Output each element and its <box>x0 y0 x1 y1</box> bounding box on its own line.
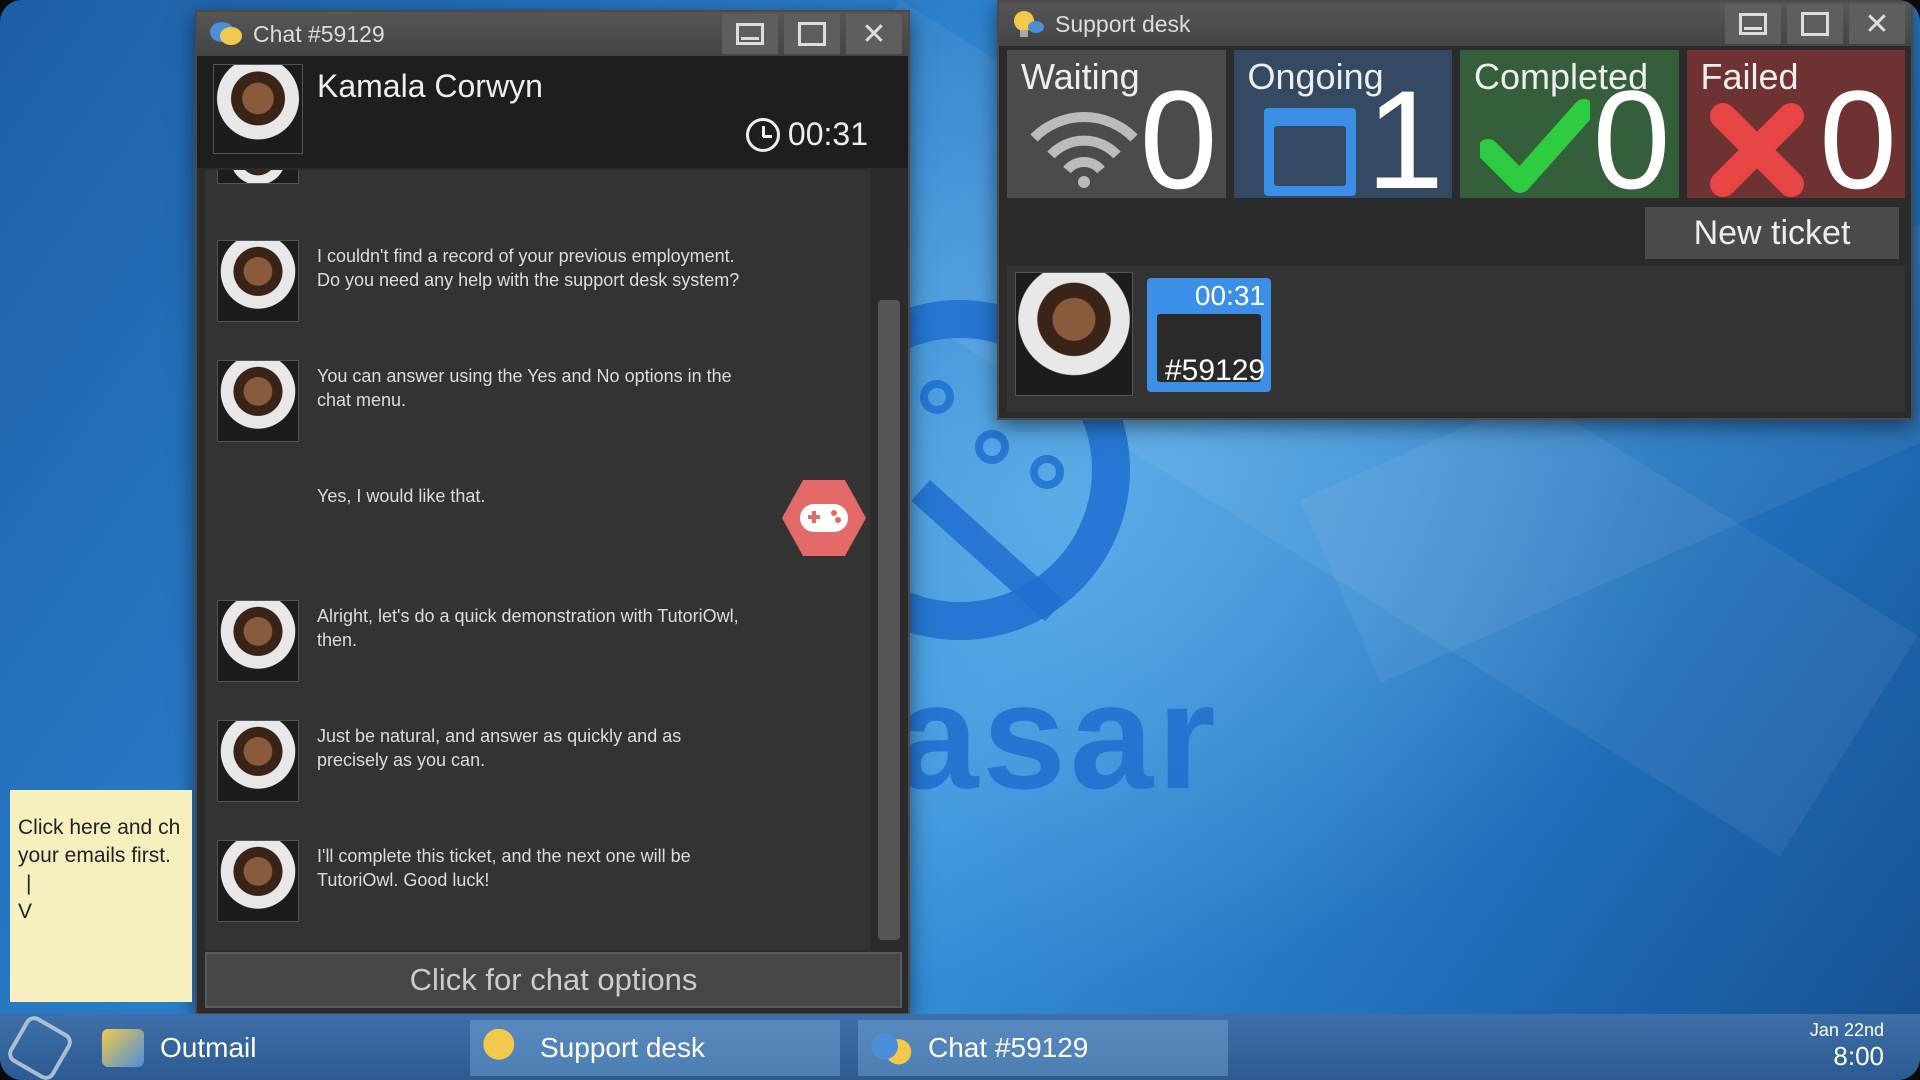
minimize-button[interactable] <box>1725 4 1781 44</box>
checkmark-icon <box>1480 99 1590 193</box>
chat-message-text: You can answer using the Yes and No opti… <box>317 366 732 410</box>
maximize-button[interactable] <box>784 14 840 54</box>
new-ticket-button[interactable]: New ticket <box>1645 207 1899 259</box>
wifi-icon <box>1030 111 1138 188</box>
chat-message: You can answer using the Yes and No opti… <box>205 360 865 460</box>
sticky-note-line: V <box>18 900 33 923</box>
stat-count: 0 <box>1139 61 1218 199</box>
chat-message-text: I couldn't find a record of your previou… <box>317 246 740 290</box>
chat-message-list[interactable]: I couldn't find a record of your previou… <box>205 170 870 950</box>
sticky-note[interactable]: Click here and ch your emails first. | V <box>10 790 192 1002</box>
stat-count: 0 <box>1592 61 1671 199</box>
lightbulb-icon <box>1011 9 1045 39</box>
background-logo-node <box>920 380 954 414</box>
chat-bubble-icon <box>209 19 243 49</box>
maximize-icon <box>798 22 826 46</box>
support-desk-window: Support desk ✕ Waiting 0 Ongoing 1 Compl… <box>997 0 1913 420</box>
contact-avatar <box>213 64 303 154</box>
chat-message-text: Yes, I would like that. <box>317 486 486 506</box>
contact-name: Kamala Corwyn <box>317 68 543 104</box>
taskbar-item-label: Outmail <box>160 1032 257 1063</box>
stat-ongoing: Ongoing 1 <box>1233 50 1452 199</box>
taskbar-item-support-desk[interactable]: Support desk <box>470 1020 840 1076</box>
chat-message: I couldn't find a record of your previou… <box>205 240 865 340</box>
ticket-id: #59129 <box>1165 354 1266 387</box>
taskbar-item-outmail[interactable]: Outmail <box>90 1020 450 1076</box>
stat-label: Failed <box>1700 56 1799 97</box>
minimize-icon <box>736 23 764 45</box>
contact-avatar <box>217 170 299 184</box>
chat-header: Kamala Corwyn 00:31 <box>197 56 908 168</box>
lightbulb-icon <box>482 1029 524 1067</box>
chat-bubble-icon <box>870 1029 912 1067</box>
contact-avatar <box>217 600 299 682</box>
stat-label: Ongoing <box>1247 56 1384 97</box>
support-desk-titlebar[interactable]: Support desk ✕ <box>999 2 1911 46</box>
contact-avatar <box>217 720 299 802</box>
chat-timer: 00:31 <box>745 116 868 153</box>
chat-window: Chat #59129 ✕ Kamala Corwyn 00:31 I coul… <box>195 10 910 1015</box>
tray-time: 8:00 <box>1833 1041 1884 1071</box>
taskbar-item-label: Support desk <box>540 1032 705 1063</box>
background-logo-text: asar <box>895 652 1220 820</box>
chat-message-text: Alright, let's do a quick demonstration … <box>317 606 739 650</box>
ticket-card[interactable]: 00:31 #59129 <box>1147 278 1271 392</box>
chat-timer-value: 00:31 <box>787 116 868 152</box>
maximize-icon <box>1801 12 1829 36</box>
chat-message: Alright, let's do a quick demonstration … <box>205 600 865 700</box>
background-logo-node <box>1030 455 1064 489</box>
chat-window-title: Chat #59129 <box>253 20 385 47</box>
chat-message-text: Just be natural, and answer as quickly a… <box>317 726 682 770</box>
sticky-note-line: Click here and ch <box>18 816 181 839</box>
minimize-icon <box>1739 13 1767 35</box>
taskbar-item-label: Chat #59129 <box>928 1032 1089 1063</box>
chat-titlebar[interactable]: Chat #59129 ✕ <box>197 12 908 56</box>
taskbar: Outmail Support desk Chat #59129 Jan 22n… <box>0 1012 1920 1080</box>
system-clock[interactable]: Jan 22nd 8:00 <box>1810 1020 1884 1072</box>
ticket-time: 00:31 <box>1194 280 1265 311</box>
clock-icon <box>745 117 780 152</box>
taskbar-item-chat[interactable]: Chat #59129 <box>858 1020 1228 1076</box>
chat-scroll-thumb[interactable] <box>878 300 900 940</box>
stat-completed: Completed 0 <box>1460 50 1679 198</box>
close-button[interactable]: ✕ <box>846 14 902 54</box>
stat-label: Waiting <box>1021 56 1140 97</box>
sticky-note-line: | <box>26 872 32 895</box>
start-button[interactable] <box>4 1012 76 1080</box>
contact-avatar <box>217 840 299 922</box>
chat-message-text: I'll complete this ticket, and the next … <box>317 846 691 890</box>
cross-icon <box>1709 103 1804 197</box>
ticket-contact-avatar[interactable] <box>1015 272 1133 396</box>
sticky-note-line: your emails first. <box>18 844 171 867</box>
chat-message: I'll complete this ticket, and the next … <box>205 840 865 940</box>
minimize-button[interactable] <box>722 14 778 54</box>
ticket-list: 00:31 #59129 <box>1007 266 1905 412</box>
chat-message-user: Yes, I would like that. <box>205 480 865 580</box>
mail-icon <box>102 1029 144 1067</box>
stat-count: 1 <box>1366 61 1444 199</box>
contact-avatar <box>217 240 299 322</box>
contact-avatar <box>217 360 299 442</box>
maximize-button[interactable] <box>1787 4 1843 44</box>
stat-waiting: Waiting 0 <box>1007 50 1226 198</box>
ticket-stats: Waiting 0 Ongoing 1 Completed 0 Failed 0 <box>1007 50 1905 198</box>
close-button[interactable]: ✕ <box>1849 4 1905 44</box>
chat-scrollbar[interactable] <box>872 170 902 950</box>
chat-message <box>205 170 865 240</box>
background-logo-node <box>975 430 1009 464</box>
chat-message: Just be natural, and answer as quickly a… <box>205 720 865 820</box>
desktop: asar Chat #59129 ✕ Kamala Corwyn 00:31 I… <box>0 0 1920 1080</box>
close-icon: ✕ <box>1864 7 1890 41</box>
stat-count: 0 <box>1819 61 1897 199</box>
tray-date: Jan 22nd <box>1809 1020 1884 1040</box>
stat-failed: Failed 0 <box>1686 50 1905 199</box>
chat-options-button[interactable]: Click for chat options <box>205 952 902 1008</box>
window-icon <box>1263 108 1356 196</box>
close-icon: ✕ <box>861 17 887 51</box>
support-desk-title: Support desk <box>1055 10 1191 37</box>
